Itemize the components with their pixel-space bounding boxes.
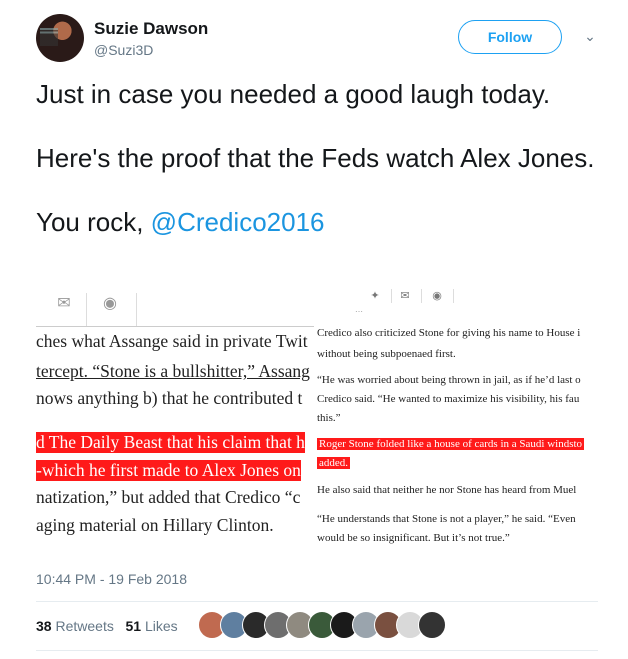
article-line: ches what Assange said in private Twit [36, 331, 308, 351]
reddit-icon: ◉ [432, 290, 442, 302]
tweet-timestamp[interactable]: 10:44 PM - 19 Feb 2018 [36, 571, 187, 587]
avatar[interactable] [36, 14, 84, 62]
article-line: without being subpoenaed first. [317, 348, 456, 360]
share-icons-left: ✉ ◉ [46, 291, 266, 327]
tweet-line-2: Here's the proof that the Feds watch Ale… [36, 143, 595, 173]
likes-label: Likes [144, 618, 178, 634]
icon-divider [421, 289, 422, 303]
follow-button[interactable]: Follow [458, 20, 562, 54]
article-line-text: tercept. “Stone is a bullshitter,” Assan… [36, 361, 310, 381]
liker-avatars [198, 611, 498, 641]
mail-icon: ✉ [57, 295, 71, 312]
reddit-icon: ◉ [103, 295, 117, 312]
truncated-text: … [355, 305, 363, 314]
tweet-stats: 38 Retweets 51 Likes [36, 618, 178, 634]
article-line: nows anything b) that he contributed t [36, 388, 303, 408]
mail-icon: ✉ [400, 290, 410, 302]
tweet-text: Just in case you needed a good laugh tod… [36, 78, 606, 270]
divider [36, 650, 598, 651]
article-line-highlighted: -which he first made to Alex Jones on [36, 460, 301, 481]
icon-divider [86, 293, 87, 327]
article-line: Credico also criticized Stone for giving… [317, 327, 581, 339]
media-right-pane: ✦ ✉ ◉ … Credico also criticized Stone fo… [315, 287, 598, 550]
liker-avatar[interactable] [418, 611, 446, 639]
article-line: aging material on Hillary Clinton. [36, 515, 274, 535]
twitter-icon: ✦ [370, 290, 380, 302]
likes-count: 51 [125, 618, 142, 634]
user-name[interactable]: Suzie Dawson [94, 19, 208, 39]
tweet-line-3: You rock, @Credico2016 [36, 206, 606, 238]
article-line-highlighted: Roger Stone folded like a house of cards… [317, 438, 585, 450]
divider [36, 326, 314, 327]
retweets-label: Retweets [55, 618, 114, 634]
article-line: He also said that neither he nor Stone h… [317, 484, 577, 496]
likes-stat[interactable]: 51 Likes [126, 618, 178, 634]
user-handle[interactable]: @Suzi3D [94, 42, 153, 58]
icon-divider [391, 289, 392, 303]
article-line: Credico said. “He wanted to maximize his… [317, 393, 580, 405]
tweet-line-3-prefix: You rock, [36, 207, 151, 237]
article-line: natization,” but added that Credico “c [36, 487, 301, 507]
retweets-stat[interactable]: 38 Retweets [36, 618, 114, 634]
chevron-down-icon[interactable]: ⌄ [580, 26, 600, 46]
article-line: “He was worried about being thrown in ja… [317, 374, 581, 386]
article-line-highlighted: added. [317, 457, 351, 469]
article-line: tercept. “Stone is a bullshitter,” Assan… [36, 361, 310, 382]
mention-link[interactable]: @Credico2016 [151, 207, 325, 237]
divider [36, 601, 598, 602]
media-left-pane: ✉ ◉ ches what Assange said in private Tw… [36, 287, 314, 550]
tweet-header: Suzie Dawson @Suzi3D Follow ⌄ [36, 12, 606, 64]
article-line-highlighted: d The Daily Beast that his claim that h [36, 432, 305, 453]
icon-divider [136, 293, 137, 327]
article-line: this.” [317, 412, 341, 424]
article-line: “He understands that Stone is not a play… [317, 513, 576, 525]
article-line: would be so insignificant. But it’s not … [317, 532, 510, 544]
retweets-count: 38 [36, 618, 52, 634]
icon-divider [453, 289, 454, 303]
tweet-media-image[interactable]: ✉ ◉ ches what Assange said in private Tw… [36, 287, 598, 550]
tweet-line-1: Just in case you needed a good laugh tod… [36, 79, 551, 109]
